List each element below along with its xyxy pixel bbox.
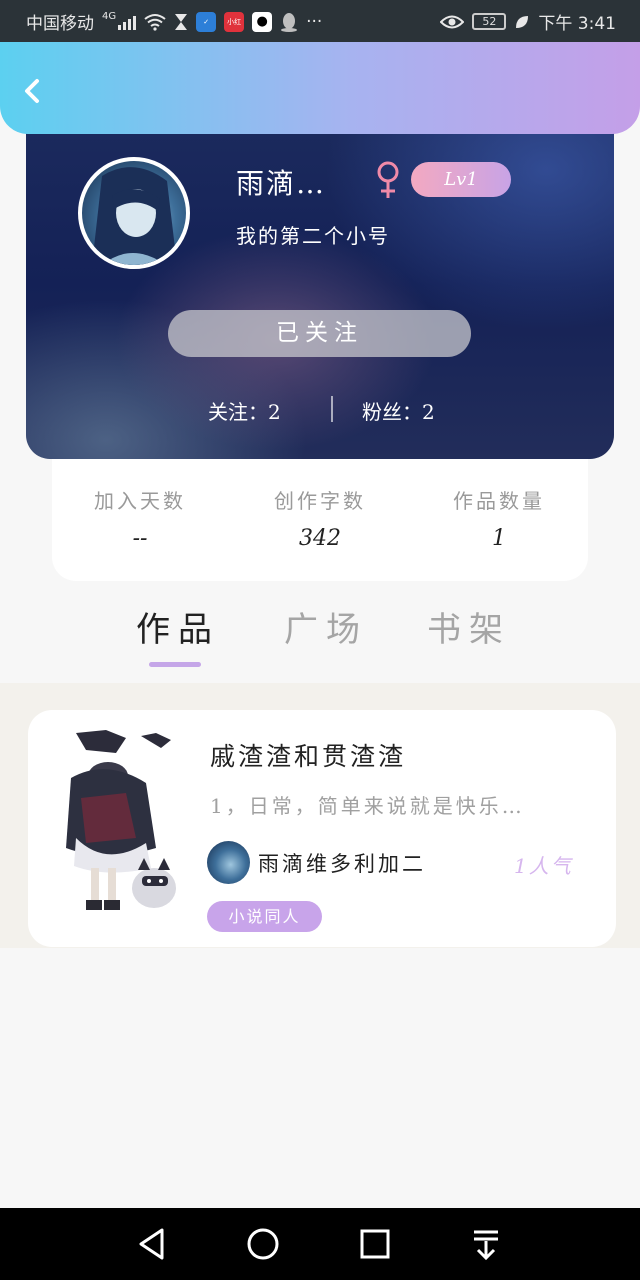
stat-works-count: 作品数量 1: [429, 485, 569, 551]
leaf-icon: [516, 15, 529, 28]
recents-square-icon[interactable]: [355, 1224, 395, 1264]
work-card[interactable]: 戚渣渣和贯渣渣 1，日常，简单来说就是快乐… 雨滴维多利加二 1人气 小说同人: [28, 710, 616, 947]
qq-icon: [281, 12, 298, 32]
stat-value: --: [132, 526, 148, 551]
paw-app-icon: ●: [252, 11, 273, 32]
following-count: 2: [268, 400, 281, 424]
carrier-label: 中国移动: [26, 14, 94, 34]
level-badge: Lv1: [411, 162, 511, 197]
stats-card: 加入天数 -- 创作字数 342 作品数量 1: [52, 440, 588, 581]
clock: 下午 3:41: [538, 14, 616, 34]
profile-banner: 雨滴… Lv1 我的第二个小号 已关注 关注：2 粉丝：2: [26, 110, 614, 459]
status-right: 52 下午 3:41: [440, 9, 616, 34]
hourglass-icon: [175, 13, 188, 30]
username: 雨滴…: [236, 167, 327, 200]
author-avatar: [207, 841, 250, 884]
stat-value: 342: [299, 526, 341, 551]
fans-label: 粉丝：: [362, 400, 422, 424]
work-cover-image: [46, 728, 186, 918]
tab-works[interactable]: 作品: [136, 602, 220, 651]
user-bio: 我的第二个小号: [236, 224, 390, 248]
xiaohongshu-app-icon: 小红书: [224, 11, 245, 32]
avatar[interactable]: [78, 157, 190, 269]
tab-square[interactable]: 广场: [284, 602, 368, 651]
battery-icon: 52: [472, 13, 507, 30]
header-bar: [0, 42, 640, 134]
network-type: 4G: [102, 11, 117, 22]
work-title: 戚渣渣和贯渣渣: [210, 742, 407, 771]
stats-divider: [331, 396, 333, 422]
back-triangle-icon[interactable]: [132, 1224, 172, 1264]
follow-stats: 关注：2 粉丝：2: [26, 396, 614, 426]
status-left: 中国移动 4G ✓ 小红书 ● ···: [26, 9, 322, 34]
system-nav-bar: [0, 1208, 640, 1280]
following-stat[interactable]: 关注：2: [208, 396, 281, 425]
stat-label: 加入天数: [94, 489, 186, 513]
more-icon: ···: [306, 11, 323, 32]
work-description: 1，日常，简单来说就是快乐…: [210, 794, 525, 818]
signal-icon: [118, 14, 137, 30]
stat-join-days: 加入天数 --: [70, 485, 210, 551]
following-label: 关注：: [208, 400, 268, 424]
category-tag: 小说同人: [207, 901, 322, 932]
stat-value: 1: [492, 526, 506, 551]
status-bar: 中国移动 4G ✓ 小红书 ● ··· 52 下午 3:41: [0, 0, 640, 42]
stat-label: 创作字数: [274, 489, 366, 513]
follow-button[interactable]: 已关注: [168, 310, 471, 357]
stat-label: 作品数量: [453, 489, 545, 513]
tab-indicator: [149, 662, 201, 667]
wifi-icon: [144, 13, 166, 31]
works-list: 戚渣渣和贯渣渣 1，日常，简单来说就是快乐… 雨滴维多利加二 1人气 小说同人: [0, 683, 640, 948]
tab-bookshelf[interactable]: 书架: [427, 602, 511, 651]
back-arrow-icon[interactable]: [18, 76, 48, 106]
fans-stat[interactable]: 粉丝：2: [362, 396, 435, 425]
notification-pull-down-icon[interactable]: [466, 1224, 506, 1264]
stat-word-count: 创作字数 342: [250, 485, 390, 551]
popularity-count: 1人气: [514, 854, 573, 878]
author-name: 雨滴维多利加二: [258, 852, 426, 876]
shield-app-icon: ✓: [196, 11, 217, 32]
avatar-illustration: [92, 167, 177, 265]
female-gender-icon: [377, 161, 399, 198]
home-circle-icon[interactable]: [243, 1224, 283, 1264]
tab-bar: 作品 广场 书架: [0, 600, 640, 683]
fans-count: 2: [422, 400, 435, 424]
eye-icon: [440, 15, 465, 28]
